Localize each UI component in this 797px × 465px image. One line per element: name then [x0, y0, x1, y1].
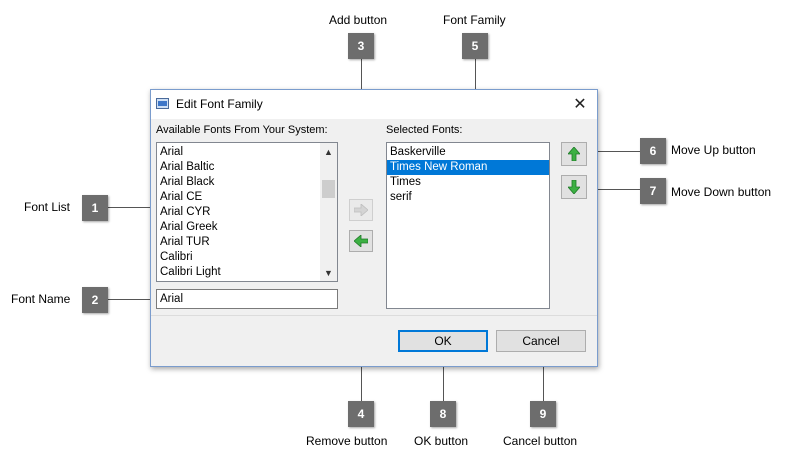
- callout-ok-button: OK button: [414, 434, 469, 448]
- callout-move-up: Move Up button: [671, 143, 756, 157]
- add-button[interactable]: [349, 199, 373, 221]
- available-font-item[interactable]: Arial: [157, 145, 337, 160]
- footer-divider: [151, 315, 597, 316]
- callout-badge-2: 2: [82, 287, 108, 313]
- callout-badge-9: 9: [530, 401, 556, 427]
- arrow-left-icon: [354, 235, 368, 247]
- scroll-down-icon[interactable]: ▼: [320, 264, 337, 281]
- callout-badge-1: 1: [82, 195, 108, 221]
- callout-remove-button: Remove button: [306, 434, 388, 448]
- move-down-button[interactable]: [561, 175, 587, 199]
- available-font-item[interactable]: Calibri Light: [157, 265, 337, 280]
- scroll-up-icon[interactable]: ▲: [320, 143, 337, 160]
- available-fonts-items: Arial Arial Baltic Arial Black Arial CE Aria…: [157, 143, 337, 280]
- selected-fonts-list[interactable]: Baskerville Times New Roman Times serif: [386, 142, 550, 309]
- available-fonts-label: Available Fonts From Your System:: [156, 124, 328, 136]
- callout-cancel-button: Cancel button: [503, 434, 578, 448]
- window-icon: [156, 98, 169, 109]
- remove-button[interactable]: [349, 230, 373, 252]
- selected-font-item[interactable]: Times: [387, 175, 549, 190]
- font-name-input[interactable]: Arial: [156, 289, 338, 309]
- callout-font-name: Font Name: [11, 292, 71, 306]
- selected-font-item[interactable]: Times New Roman: [387, 160, 549, 175]
- selected-fonts-label: Selected Fonts:: [386, 124, 463, 136]
- title-bar[interactable]: Edit Font Family ✕: [151, 90, 597, 119]
- move-up-button[interactable]: [561, 142, 587, 166]
- available-font-item[interactable]: Arial CYR: [157, 205, 337, 220]
- callout-badge-8: 8: [430, 401, 456, 427]
- available-font-item[interactable]: Arial Greek: [157, 220, 337, 235]
- callout-move-down: Move Down button: [671, 185, 772, 199]
- callout-badge-7: 7: [640, 178, 666, 204]
- selected-fonts-items: Baskerville Times New Roman Times serif: [387, 143, 549, 205]
- arrow-down-icon: [568, 180, 580, 194]
- available-font-item[interactable]: Arial TUR: [157, 235, 337, 250]
- selected-font-item[interactable]: serif: [387, 190, 549, 205]
- dialog-title: Edit Font Family: [176, 97, 263, 111]
- available-font-item[interactable]: Arial CE: [157, 190, 337, 205]
- callout-badge-5: 5: [462, 33, 488, 59]
- callout-font-list: Font List: [24, 200, 71, 214]
- selected-font-item[interactable]: Baskerville: [387, 145, 549, 160]
- ok-button[interactable]: OK: [398, 330, 488, 352]
- scroll-thumb[interactable]: [322, 180, 335, 198]
- arrow-up-icon: [568, 147, 580, 161]
- available-font-item[interactable]: Calibri: [157, 250, 337, 265]
- arrow-right-icon: [354, 204, 368, 216]
- edit-font-family-dialog: Edit Font Family ✕ Available Fonts From …: [150, 89, 598, 367]
- available-font-item[interactable]: Arial Baltic: [157, 160, 337, 175]
- available-fonts-list[interactable]: Arial Arial Baltic Arial Black Arial CE Aria…: [156, 142, 338, 282]
- callout-badge-4: 4: [348, 401, 374, 427]
- callout-badge-6: 6: [640, 138, 666, 164]
- close-icon[interactable]: ✕: [565, 91, 595, 117]
- cancel-button[interactable]: Cancel: [496, 330, 586, 352]
- available-font-item[interactable]: Arial Black: [157, 175, 337, 190]
- callout-badge-3: 3: [348, 33, 374, 59]
- callout-add-button: Add button: [329, 13, 388, 27]
- available-fonts-scrollbar[interactable]: ▲ ▼: [320, 143, 337, 281]
- callout-font-family: Font Family: [443, 13, 506, 27]
